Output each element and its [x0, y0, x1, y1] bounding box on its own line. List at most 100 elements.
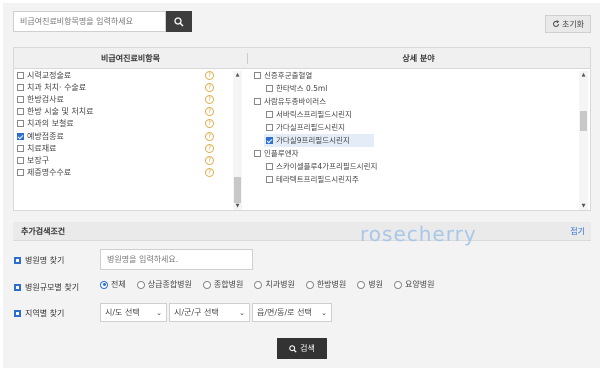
sido-select-value: 시/도 선택: [105, 308, 140, 317]
radio-button[interactable]: [202, 280, 211, 289]
checkbox[interactable]: [17, 71, 24, 79]
detail-item[interactable]: 한타박스 0.5ml: [254, 82, 576, 95]
checkbox[interactable]: [17, 169, 24, 177]
checkbox[interactable]: [17, 156, 24, 164]
hospital-type-option[interactable]: 요양병원: [394, 279, 434, 290]
checkbox[interactable]: [17, 83, 24, 91]
checkbox[interactable]: [266, 163, 273, 170]
detail-item-label: 가다실프리필드시린지: [276, 123, 345, 132]
help-icon[interactable]: ?: [205, 168, 214, 178]
submit-search-button[interactable]: 검색: [277, 338, 327, 359]
radio-button[interactable]: [136, 280, 145, 289]
hospital-type-option[interactable]: 전체: [100, 279, 126, 290]
hospital-type-option[interactable]: 상급종합병원: [136, 279, 192, 290]
scroll-up-icon[interactable]: ▲: [233, 71, 242, 79]
category-item[interactable]: 예방접종료?: [17, 130, 233, 142]
help-icon[interactable]: ?: [205, 94, 214, 104]
checkbox[interactable]: [17, 132, 24, 140]
category-scrollbar[interactable]: ▲ ▼: [233, 71, 242, 210]
detail-list: 신증후군출혈열한타박스 0.5ml 사람유두종바이러스 서바릭스프리필드시린지가다실…: [254, 69, 576, 210]
watermark: rosecherry: [360, 222, 477, 246]
detail-item[interactable]: 사람유두종바이러스: [254, 95, 576, 108]
emd-select-value: 읍/면/동/로 선택: [257, 308, 312, 317]
extra-conditions-bar: 추가검색조건 접기: [13, 222, 591, 241]
detail-item[interactable]: 서바릭스프리필드시린지: [254, 108, 576, 121]
help-icon[interactable]: ?: [205, 131, 214, 141]
help-icon[interactable]: ?: [205, 155, 214, 165]
left-column-header: 비급여진료비항목: [101, 54, 160, 63]
checkbox[interactable]: [266, 85, 273, 92]
checkbox[interactable]: [17, 108, 24, 116]
detail-item-label: 스카이셀플루4가프리필드시린지: [276, 162, 378, 171]
detail-item[interactable]: 가다실9프리필드시린지: [254, 134, 576, 147]
scroll-up-icon[interactable]: ▲: [579, 71, 588, 79]
reset-label: 초기화: [561, 19, 585, 29]
category-item[interactable]: 제증명수수료?: [17, 167, 233, 179]
chevron-down-icon: ⌄: [321, 308, 327, 317]
radio-button[interactable]: [100, 280, 108, 289]
checkbox[interactable]: [17, 120, 24, 128]
category-item-label: 치료재료: [27, 143, 57, 153]
help-icon[interactable]: ?: [205, 143, 214, 153]
hospital-type-label-text: 병원규모별 찾기: [25, 283, 80, 292]
detail-item[interactable]: 가다실프리필드시린지: [254, 121, 576, 134]
hospital-type-option[interactable]: 종합병원: [202, 279, 244, 290]
checkbox[interactable]: [266, 176, 273, 183]
radio-button[interactable]: [394, 280, 402, 289]
scroll-down-icon[interactable]: ▼: [233, 202, 242, 210]
help-icon[interactable]: ?: [205, 107, 214, 117]
category-item[interactable]: 치료재료?: [17, 142, 233, 154]
hospital-type-option-label: 종합병원: [213, 280, 244, 289]
search-button[interactable]: [166, 11, 192, 32]
checkbox[interactable]: [266, 111, 273, 118]
reset-button[interactable]: 초기화: [545, 15, 591, 33]
scroll-down-icon[interactable]: ▼: [579, 202, 588, 210]
checkbox[interactable]: [266, 137, 273, 144]
checkbox[interactable]: [17, 95, 24, 103]
category-item[interactable]: 한방검사료?: [17, 93, 233, 105]
checkbox[interactable]: [254, 72, 261, 79]
help-icon[interactable]: ?: [205, 70, 214, 80]
hospital-name-input[interactable]: [100, 249, 253, 270]
hospital-name-label-text: 병원명 찾기: [25, 256, 65, 265]
help-icon[interactable]: ?: [205, 82, 214, 92]
hospital-type-option[interactable]: 한방병원: [305, 279, 346, 290]
scrollbar-thumb[interactable]: [580, 111, 587, 131]
detail-item[interactable]: 인플루엔자: [254, 147, 576, 160]
radio-button[interactable]: [254, 280, 263, 289]
detail-item[interactable]: 스카이셀플루4가프리필드시린지: [254, 160, 576, 173]
category-item[interactable]: 시력교정술료?: [17, 69, 233, 81]
radio-button[interactable]: [305, 280, 314, 289]
category-item-label: 한방 시술 및 처치료: [27, 107, 94, 117]
checkbox[interactable]: [254, 150, 261, 157]
fold-link[interactable]: 접기: [570, 222, 585, 241]
category-item-label: 제증명수수료: [27, 168, 72, 178]
detail-item[interactable]: 테라텍트프리필드시린지주: [254, 173, 576, 186]
region-label-text: 지역별 찾기: [25, 309, 65, 318]
checkbox[interactable]: [254, 98, 261, 105]
checkbox[interactable]: [266, 124, 273, 131]
category-item[interactable]: 치과의 보철료?: [17, 118, 233, 130]
hospital-type-option[interactable]: 병원: [357, 279, 383, 290]
detail-scrollbar[interactable]: ▲ ▼: [579, 71, 588, 210]
checkbox[interactable]: [17, 144, 24, 152]
category-item[interactable]: 치과 처치· 수술료?: [17, 81, 233, 93]
sido-select[interactable]: 시/도 선택 ⌄: [100, 303, 167, 322]
scrollbar-thumb[interactable]: [234, 177, 241, 203]
category-item-label: 치과의 보철료: [27, 119, 74, 129]
hospital-type-option[interactable]: 치과병원: [254, 279, 295, 290]
extra-conditions-title: 추가검색조건: [21, 227, 66, 236]
category-item[interactable]: 보장구?: [17, 154, 233, 166]
hospital-type-option-label: 치과병원: [265, 280, 295, 289]
radio-button[interactable]: [357, 280, 366, 289]
right-column-header: 상세 분야: [402, 54, 435, 63]
detail-item[interactable]: 신증후군출혈열: [254, 69, 576, 82]
search-input[interactable]: [13, 11, 166, 32]
hospital-type-radio-group: 전체 상급종합병원 종합병원 치과병원 한방병원 병원 요양병원: [100, 279, 445, 290]
category-item[interactable]: 한방 시술 및 처치료?: [17, 106, 233, 118]
detail-item-label: 한타박스 0.5ml: [276, 84, 328, 93]
sigungu-select[interactable]: 시/군/구 선택 ⌄: [169, 303, 250, 322]
help-icon[interactable]: ?: [205, 119, 214, 129]
emd-select[interactable]: 읍/면/동/로 선택 ⌄: [252, 303, 332, 322]
hospital-type-option-label: 요양병원: [405, 280, 435, 289]
